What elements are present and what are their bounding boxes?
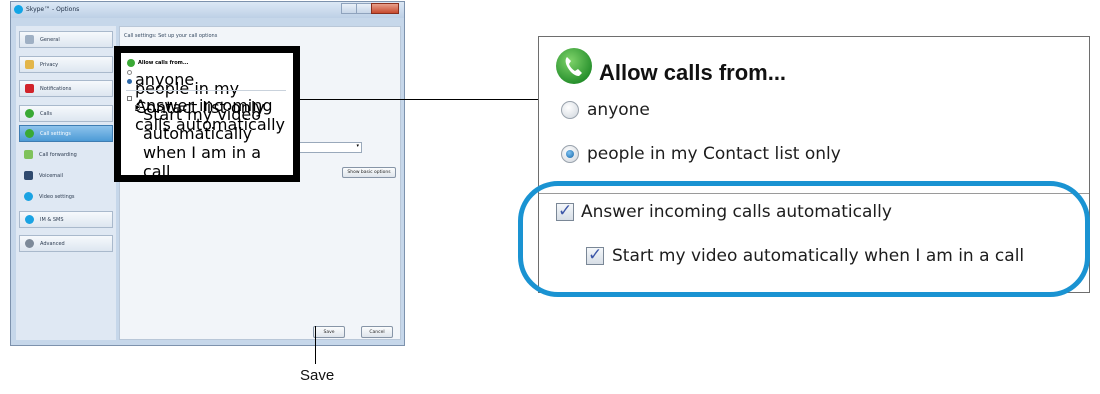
answer-auto-checkbox-small[interactable] [127, 96, 132, 101]
nav-call-forwarding[interactable]: Call forwarding [19, 147, 113, 164]
radio-contacts-only[interactable] [561, 145, 579, 163]
voicemail-icon [24, 171, 33, 180]
minimize-button[interactable] [341, 3, 357, 14]
panel-header: Call settings: Set up your call options [124, 33, 218, 39]
window-controls [341, 3, 401, 15]
phone-icon [127, 59, 135, 67]
nav-video-settings[interactable]: Video settings [19, 189, 113, 206]
video-auto-checkbox-small[interactable] [135, 105, 140, 110]
anyone-label: anyone [587, 100, 650, 120]
contacts-only-label: people in my Contact list only [587, 144, 841, 164]
radio-anyone-small[interactable] [127, 70, 132, 75]
dropdown-arrow-icon: ▾ [356, 143, 359, 149]
callout-line [300, 99, 538, 100]
video-icon [24, 192, 33, 201]
nav-calls[interactable]: Calls [19, 105, 113, 122]
video-auto-label-small: Start my video automatically when I am i… [143, 105, 262, 181]
skype-icon [14, 5, 23, 14]
privacy-icon [25, 60, 34, 69]
allow-calls-title-small: Allow calls from... [138, 60, 189, 66]
allow-calls-title: Allow calls from... [599, 60, 787, 85]
nav-advanced[interactable]: Advanced [19, 235, 113, 252]
general-icon [25, 35, 34, 44]
chat-icon [25, 215, 34, 224]
divider [126, 90, 286, 91]
phone-icon [25, 129, 34, 138]
highlight-box: Allow calls from... anyone people in my … [114, 46, 300, 182]
save-callout-line [315, 326, 316, 364]
nav-im-sms[interactable]: IM & SMS [19, 211, 113, 228]
nav-general[interactable]: General [19, 31, 113, 48]
phone-icon [556, 48, 592, 84]
show-basic-options-button[interactable]: Show basic options [342, 167, 396, 178]
close-button[interactable] [371, 3, 399, 14]
radio-anyone[interactable] [561, 101, 579, 119]
flag-icon [25, 84, 34, 93]
window-title: Skype™ - Options [26, 6, 80, 13]
save-button[interactable]: Save [313, 326, 345, 338]
title-bar: Skype™ - Options [11, 2, 404, 18]
nav-notifications[interactable]: Notifications [19, 80, 113, 97]
nav-call-settings[interactable]: Call settings [19, 125, 113, 142]
phone-icon [25, 109, 34, 118]
maximize-button[interactable] [356, 3, 372, 14]
forward-icon [24, 150, 33, 159]
nav-voicemail[interactable]: Voicemail [19, 168, 113, 185]
nav-privacy[interactable]: Privacy [19, 56, 113, 73]
save-caption: Save [300, 367, 335, 384]
options-sidebar: General Privacy Notifications Calls Call… [16, 26, 116, 340]
gear-icon [25, 239, 34, 248]
highlight-oval [518, 181, 1090, 297]
cancel-button[interactable]: Cancel [361, 326, 393, 338]
radio-contacts-small[interactable] [127, 79, 132, 84]
